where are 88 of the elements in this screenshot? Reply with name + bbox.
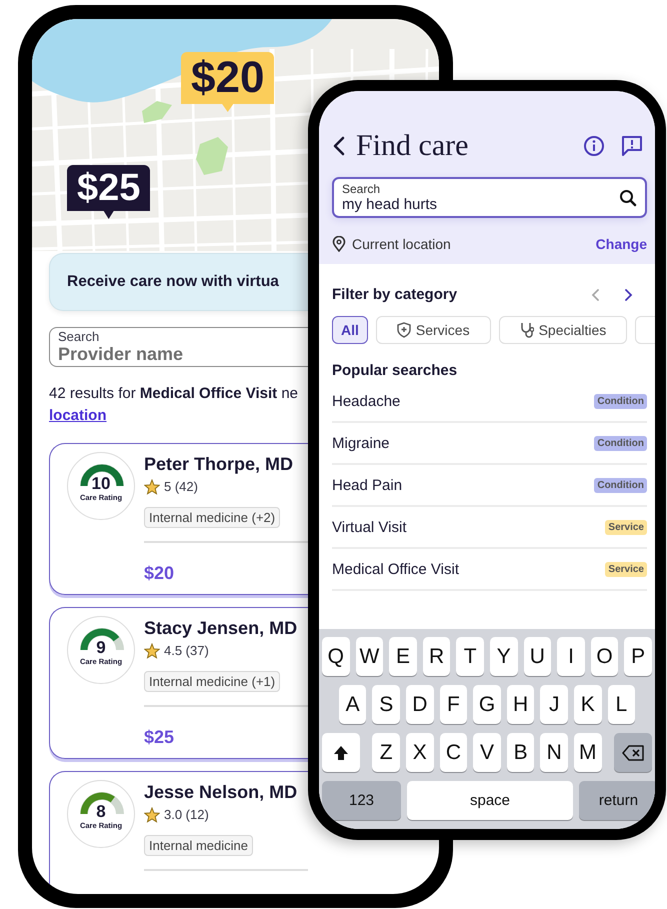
change-link[interactable]: Change xyxy=(596,236,647,252)
price-text: $20 xyxy=(144,562,174,584)
category-chip[interactable]: Specialties xyxy=(498,316,628,344)
keyboard-key[interactable]: N xyxy=(540,733,568,772)
shift-arrow-icon xyxy=(332,744,350,762)
search-suggestion[interactable]: Head Pain Condition xyxy=(332,465,647,507)
stethoscope-icon xyxy=(520,322,534,338)
rating-value: 10 xyxy=(92,474,110,492)
keyboard-key[interactable]: R xyxy=(422,637,450,676)
keyboard-key[interactable]: U xyxy=(524,637,552,676)
keyboard-key[interactable]: Q xyxy=(322,637,350,676)
backspace-icon xyxy=(622,744,644,762)
keyboard-key[interactable]: T xyxy=(456,637,484,676)
star-icon xyxy=(144,478,160,494)
keyboard-key[interactable]: M xyxy=(574,733,602,772)
location-label: Current location xyxy=(352,236,452,252)
category-tag: Condition xyxy=(594,478,647,492)
keyboard-key[interactable]: D xyxy=(406,685,434,724)
location-link[interactable]: location xyxy=(49,404,107,426)
shield-icon xyxy=(396,322,411,338)
provider-name: Peter Thorpe, MD xyxy=(144,454,294,474)
info-icon[interactable] xyxy=(583,135,605,157)
category-tag: Service xyxy=(605,562,647,576)
keyboard-key[interactable]: F xyxy=(440,685,468,724)
keyboard-key[interactable]: P xyxy=(624,637,652,676)
shift-key[interactable] xyxy=(322,733,360,772)
feedback-icon[interactable] xyxy=(621,135,643,157)
suggestion-label: Medical Office Visit xyxy=(332,560,459,578)
keyboard-key[interactable]: X xyxy=(406,733,434,772)
rating-value: 8 xyxy=(96,802,106,820)
review-score: 3.0 (12) xyxy=(164,807,209,822)
section-title: Filter by category xyxy=(332,286,458,303)
keyboard-key[interactable]: S xyxy=(372,685,400,724)
keyboard-key[interactable]: O xyxy=(590,637,618,676)
search-suggestion[interactable]: Virtual Visit Service xyxy=(332,507,647,549)
star-icon xyxy=(144,806,160,822)
search-input[interactable]: Provider name xyxy=(58,344,298,365)
suggestion-label: Head Pain xyxy=(332,476,402,494)
chevron-right-icon[interactable] xyxy=(624,288,633,300)
space-key[interactable]: space xyxy=(407,781,573,820)
return-key[interactable]: return xyxy=(579,781,655,820)
keyboard-key[interactable]: E xyxy=(389,637,417,676)
keyboard-key[interactable]: V xyxy=(473,733,501,772)
search-field[interactable]: Search Provider name xyxy=(49,327,308,367)
review-score: 5 (42) xyxy=(164,479,198,494)
provider-name: Jesse Nelson, MD xyxy=(144,782,298,802)
page-title: Find care xyxy=(356,129,470,163)
search-suggestion[interactable]: Medical Office Visit Service xyxy=(332,549,647,591)
delete-key[interactable] xyxy=(614,733,652,772)
specialty-tag: Internal medicine xyxy=(144,834,253,856)
keyboard-key[interactable]: H xyxy=(506,685,534,724)
specialty-tag: Internal medicine (+1) xyxy=(144,670,280,692)
keyboard-key[interactable]: A xyxy=(338,685,366,724)
keyboard-key[interactable]: B xyxy=(506,733,534,772)
star-icon xyxy=(144,642,160,658)
keyboard-key[interactable]: G xyxy=(473,685,501,724)
provider-name: Stacy Jensen, MD xyxy=(144,618,298,638)
search-suggestion[interactable]: Migraine Condition xyxy=(332,423,647,465)
keyboard-key[interactable]: C xyxy=(440,733,468,772)
section-title: Popular searches xyxy=(332,362,458,379)
search-icon[interactable] xyxy=(619,188,637,206)
search-input[interactable]: my head hurts xyxy=(342,196,619,213)
review-score: 4.5 (37) xyxy=(164,643,209,658)
category-chip[interactable]: All xyxy=(332,316,368,344)
results-summary: 42 results for Medical Office Visit ne location xyxy=(49,383,298,426)
numbers-key[interactable]: 123 xyxy=(322,781,401,820)
keyboard-key[interactable]: J xyxy=(540,685,568,724)
suggestion-label: Headache xyxy=(332,392,400,410)
search-suggestion[interactable]: Headache Condition xyxy=(332,381,647,423)
location-pin-icon xyxy=(332,236,346,252)
category-tag: Condition xyxy=(594,394,647,408)
category-tag: Condition xyxy=(594,436,647,450)
rating-value: 9 xyxy=(96,638,106,656)
suggestion-label: Virtual Visit xyxy=(332,518,406,536)
keyboard-key[interactable]: Z xyxy=(372,733,400,772)
back-icon[interactable] xyxy=(332,136,346,156)
keyboard-key[interactable]: L xyxy=(608,685,636,724)
keyboard-key[interactable]: W xyxy=(356,637,384,676)
keyboard-key[interactable]: Y xyxy=(490,637,518,676)
keyboard-key[interactable]: I xyxy=(557,637,585,676)
specialty-tag: Internal medicine (+2) xyxy=(144,506,280,528)
price-text: $25 xyxy=(144,726,174,748)
suggestion-label: Migraine xyxy=(332,434,390,452)
category-chip[interactable]: Services xyxy=(376,316,491,344)
keyboard-key[interactable]: K xyxy=(574,685,602,724)
virtual-care-banner[interactable]: Receive care now with virtua xyxy=(49,253,308,311)
category-tag: Service xyxy=(605,520,647,534)
search-field[interactable]: Search my head hurts xyxy=(332,177,647,218)
